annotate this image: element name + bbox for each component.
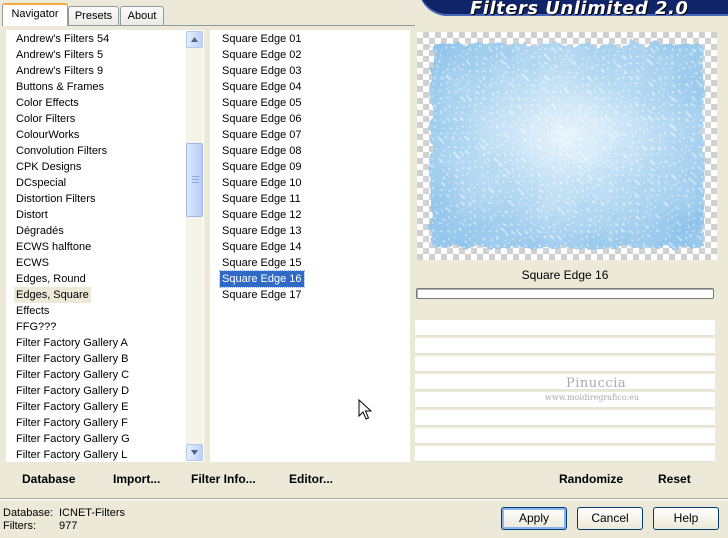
app-title: Filters Unlimited 2.0	[470, 0, 689, 16]
category-item[interactable]: Dégradés	[14, 223, 66, 239]
watermark-url: www.moidiregrafico.eu	[545, 393, 639, 402]
parameter-row[interactable]	[415, 446, 715, 462]
category-item[interactable]: Filter Factory Gallery G	[14, 431, 132, 447]
app-banner: Filters Unlimited 2.0	[418, 0, 728, 16]
filter-item[interactable]: Square Edge 10	[220, 175, 304, 191]
category-item[interactable]: ColourWorks	[14, 127, 81, 143]
footer-divider-highlight	[0, 499, 728, 500]
cancel-button[interactable]: Cancel	[577, 507, 643, 530]
filter-item[interactable]: Square Edge 17	[220, 287, 304, 303]
category-item[interactable]: Andrew's Filters 9	[14, 63, 105, 79]
progress-bar	[416, 288, 714, 299]
category-item[interactable]: Distortion Filters	[14, 191, 97, 207]
help-button[interactable]: Help	[653, 507, 719, 530]
category-item[interactable]: Filter Factory Gallery A	[14, 335, 130, 351]
filter-item[interactable]: Square Edge 11	[220, 191, 303, 207]
parameter-row[interactable]	[415, 428, 715, 444]
reset-button[interactable]: Reset	[658, 470, 691, 488]
scroll-up-button[interactable]	[186, 31, 203, 48]
watermark-name: Pinuccia	[566, 376, 627, 391]
parameter-row[interactable]	[415, 356, 715, 372]
tab-presets[interactable]: Presets	[68, 6, 119, 25]
filter-item[interactable]: Square Edge 12	[220, 207, 304, 223]
parameter-row[interactable]	[415, 410, 715, 426]
category-item[interactable]: Color Effects	[14, 95, 81, 111]
filter-item[interactable]: Square Edge 08	[220, 143, 304, 159]
filter-item[interactable]: Square Edge 07	[220, 127, 304, 143]
triangle-down-icon	[191, 450, 198, 455]
category-item[interactable]: Filter Factory Gallery D	[14, 383, 131, 399]
filter-item[interactable]: Square Edge 09	[220, 159, 304, 175]
category-item[interactable]: Distort	[14, 207, 50, 223]
tab-navigator[interactable]: Navigator	[2, 3, 68, 26]
filter-item[interactable]: Square Edge 02	[220, 47, 304, 63]
category-item[interactable]: ECWS halftone	[14, 239, 93, 255]
filter-item[interactable]: Square Edge 03	[220, 63, 304, 79]
parameter-area	[415, 302, 715, 462]
category-list[interactable]: Andrew's Filters 54 Andrew's Filters 5 And…	[6, 30, 204, 462]
category-item[interactable]: Edges, Square	[14, 287, 91, 303]
filter-item[interactable]: Square Edge 06	[220, 111, 304, 127]
filter-item[interactable]: Square Edge 15	[220, 255, 304, 271]
category-item[interactable]: FFG???	[14, 319, 58, 335]
category-item[interactable]: Andrew's Filters 54	[14, 31, 111, 47]
category-item[interactable]: Andrew's Filters 5	[14, 47, 105, 63]
category-item[interactable]: Filter Factory Gallery C	[14, 367, 131, 383]
category-item[interactable]: Convolution Filters	[14, 143, 109, 159]
category-item[interactable]: DCspecial	[14, 175, 68, 191]
apply-button[interactable]: Apply	[501, 507, 567, 530]
scroll-down-button[interactable]	[186, 444, 203, 461]
parameter-row[interactable]	[415, 320, 715, 336]
parameter-row[interactable]	[415, 338, 715, 354]
parameter-row[interactable]	[415, 374, 715, 390]
category-item[interactable]: Color Filters	[14, 111, 77, 127]
category-item[interactable]: Filter Factory Gallery F	[14, 415, 130, 431]
filter-item[interactable]: Square Edge 04	[220, 79, 304, 95]
filter-item[interactable]: Square Edge 05	[220, 95, 304, 111]
filter-list[interactable]: Square Edge 01 Square Edge 02 Square Edge …	[210, 30, 410, 462]
database-button[interactable]: Database	[22, 470, 75, 488]
triangle-up-icon	[191, 37, 198, 42]
scroll-thumb[interactable]	[186, 143, 203, 217]
category-item[interactable]: CPK Designs	[14, 159, 83, 175]
import-button[interactable]: Import...	[113, 470, 160, 488]
category-item[interactable]: ECWS	[14, 255, 51, 271]
randomize-button[interactable]: Randomize	[559, 470, 623, 488]
status-filters-value: 977	[59, 520, 78, 532]
category-item[interactable]: Filter Factory Gallery L	[14, 447, 129, 462]
tab-about[interactable]: About	[120, 6, 164, 25]
preview-filter-name: Square Edge 16	[521, 268, 609, 282]
filter-item[interactable]: Square Edge 13	[220, 223, 304, 239]
status-database-label: Database:	[3, 507, 54, 519]
category-item[interactable]: Filter Factory Gallery B	[14, 351, 130, 367]
arrow-cursor-icon	[358, 399, 372, 420]
category-item[interactable]: Effects	[14, 303, 51, 319]
editor-button[interactable]: Editor...	[289, 470, 333, 488]
category-item[interactable]: Filter Factory Gallery E	[14, 399, 130, 415]
filter-item[interactable]: Square Edge 14	[220, 239, 304, 255]
category-item[interactable]: Buttons & Frames	[14, 79, 106, 95]
status-database-value: ICNET-Filters	[59, 507, 125, 519]
filter-item[interactable]: Square Edge 16	[219, 270, 305, 288]
filter-preview	[417, 32, 717, 260]
filter-info-button[interactable]: Filter Info...	[191, 470, 256, 488]
category-item[interactable]: Edges, Round	[14, 271, 88, 287]
status-filters-label: Filters:	[3, 520, 36, 532]
filter-item[interactable]: Square Edge 01	[220, 31, 304, 47]
preview-image	[431, 44, 703, 248]
category-scrollbar[interactable]	[186, 31, 203, 461]
